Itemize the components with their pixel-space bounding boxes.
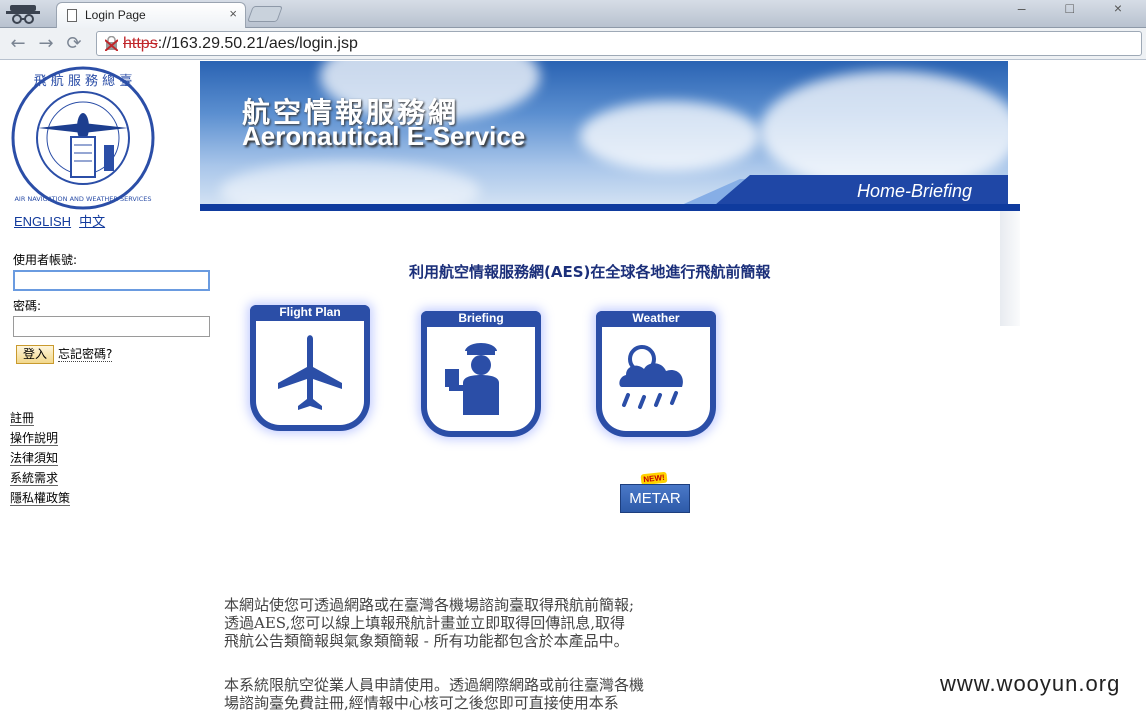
address-bar[interactable]: https://163.29.50.21/aes/login.jsp [96, 31, 1142, 56]
airplane-icon [278, 335, 342, 410]
username-label: 使用者帳號: [13, 253, 78, 267]
lang-english-link[interactable]: ENGLISH [14, 214, 71, 229]
password-label: 密碼: [13, 299, 42, 313]
eligibility-line: 本系統限航空從業人員申請使用。透過網際網路或前往臺灣各機 [224, 676, 645, 694]
home-briefing-label: Home-Briefing [856, 181, 972, 201]
site-banner: 航空情報服務網 Aeronautical E-Service Home-Brie… [200, 61, 1008, 211]
rain-cloud-icon [619, 345, 683, 409]
eligibility-line: 場諮詢臺免費註冊,經情報中心核可之後您即可直接使用本系 [224, 694, 619, 712]
window-controls[interactable]: – □ × [1018, 0, 1140, 16]
page-headline: 利用航空情報服務網(AES)在全球各地進行飛航前簡報 [409, 263, 771, 281]
menu-legal-notice[interactable]: 法律須知 [10, 451, 59, 466]
content-edge-shade [1000, 211, 1020, 326]
svg-text:飛 航 服 務 總 臺: 飛 航 服 務 總 臺 [34, 73, 133, 89]
side-menu: 註冊 操作說明 法律須知 系統需求 隱私權政策 [10, 409, 71, 509]
password-input[interactable] [13, 316, 210, 337]
tab-close-icon[interactable]: × [229, 6, 237, 21]
card-label: Briefing [421, 311, 541, 327]
intro-line: 飛航公告類簡報與氣象類簡報 - 所有功能都包含於本產品中。 [224, 632, 629, 650]
new-tab-button[interactable] [247, 6, 283, 22]
language-switcher: ENGLISH 中文 [14, 211, 113, 230]
tab-title: Login Page [85, 8, 146, 22]
eligibility-paragraph: 本系統限航空從業人員申請使用。透過網際網路或前往臺灣各機 場諮詢臺免費註冊,經情… [224, 676, 734, 712]
svg-text:AIR NAVIGATION AND WEATHER SER: AIR NAVIGATION AND WEATHER SERVICES [14, 195, 151, 203]
briefing-card[interactable]: Briefing [421, 311, 541, 437]
weather-card[interactable]: Weather [596, 311, 716, 437]
incognito-icon [6, 5, 40, 24]
forward-arrow-icon[interactable]: → [34, 32, 58, 56]
intro-paragraph: 本網站使您可透過網路或在臺灣各機場諮詢臺取得飛航前簡報; 透過AES,您可以線上… [224, 596, 734, 650]
reload-icon[interactable]: ⟳ [62, 32, 86, 56]
browser-tab-login-page[interactable]: Login Page × [56, 2, 246, 28]
banner-title-en: Aeronautical E-Service [242, 121, 526, 151]
lang-chinese-link[interactable]: 中文 [79, 214, 105, 229]
url-path: ://163.29.50.21/aes/login.jsp [157, 35, 358, 52]
metar-button[interactable]: METAR [620, 484, 690, 513]
menu-register[interactable]: 註冊 [10, 411, 35, 426]
menu-system-requirements[interactable]: 系統需求 [10, 471, 59, 486]
page-content: 飛 航 服 務 總 臺 AIR NAVIGATION AND WEATHER S… [0, 61, 1146, 713]
anws-logo-icon: 飛 航 服 務 總 臺 AIR NAVIGATION AND WEATHER S… [11, 66, 155, 210]
forgot-password-link[interactable]: 忘記密碼? [58, 347, 113, 362]
login-button[interactable]: 登入 [16, 345, 54, 364]
briefing-officer-icon [445, 343, 499, 415]
card-label: Flight Plan [250, 305, 370, 321]
watermark: www.wooyun.org [940, 671, 1121, 696]
flight-plan-card[interactable]: Flight Plan [250, 305, 370, 431]
menu-privacy-policy[interactable]: 隱私權政策 [10, 491, 71, 506]
browser-tab-strip: Login Page × – □ × [0, 0, 1146, 28]
banner-stripe [200, 204, 1020, 211]
url-scheme: https [123, 35, 158, 52]
card-label: Weather [596, 311, 716, 327]
intro-line: 本網站使您可透過網路或在臺灣各機場諮詢臺取得飛航前簡報; [224, 596, 635, 614]
username-input[interactable] [13, 270, 210, 291]
back-arrow-icon[interactable]: ← [6, 32, 30, 56]
intro-line: 透過AES,您可以線上填報飛航計畫並立即取得回傳訊息,取得 [224, 614, 626, 632]
insecure-lock-icon [105, 36, 118, 51]
menu-instructions[interactable]: 操作說明 [10, 431, 59, 446]
login-actions: 登入 忘記密碼? [16, 345, 113, 364]
browser-toolbar: ← → ⟳ https://163.29.50.21/aes/login.jsp [0, 28, 1146, 60]
page-icon [67, 9, 77, 22]
login-form: 使用者帳號: 密碼: [13, 251, 210, 343]
